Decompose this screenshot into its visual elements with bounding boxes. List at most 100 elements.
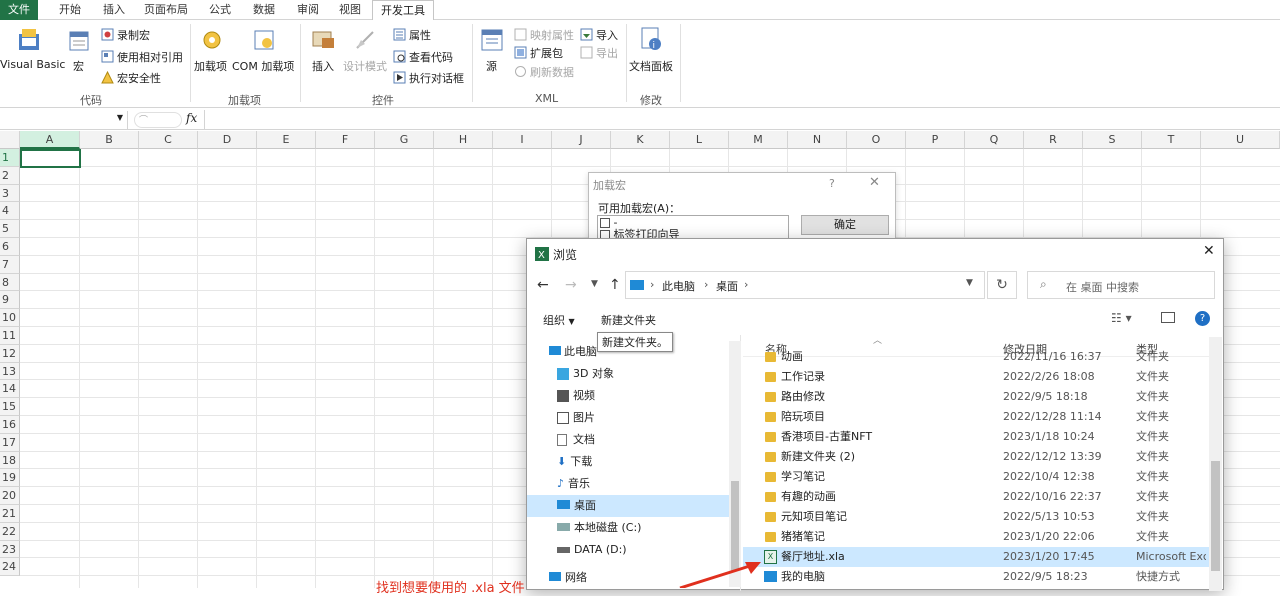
nav-item-downloads[interactable]: ⬇ 下载 [557,453,592,471]
row-header[interactable]: 19 [0,469,20,488]
column-header[interactable]: J [552,131,611,149]
row-header[interactable]: 6 [0,238,20,256]
search-box[interactable]: ⌕ 在 桌面 中搜索 [1027,271,1215,299]
column-header[interactable]: T [1142,131,1201,149]
back-arrow-icon[interactable]: ← [537,277,549,293]
view-code-button[interactable]: 查看代码 [409,49,453,65]
row-header[interactable]: 3 [0,184,20,203]
tab-view[interactable]: 视图 [330,0,370,20]
expansion-pack-button[interactable]: 扩展包 [530,45,563,61]
tab-file[interactable]: 文件 [0,0,38,20]
view-options-icon[interactable]: ☷ ▾ [1111,311,1132,325]
macros-button[interactable]: 宏 [73,58,84,74]
column-header[interactable]: K [611,131,670,149]
tab-developer[interactable]: 开发工具 [372,0,434,21]
up-arrow-icon[interactable]: ↑ [609,277,621,293]
row-header[interactable]: 1 [0,149,20,167]
file-row[interactable]: 学习笔记 2022/10/4 12:38 文件夹 [743,467,1209,487]
column-header[interactable]: O [847,131,906,149]
nav-item-music[interactable]: ♪ 音乐 [557,475,590,493]
run-dialog-button[interactable]: 执行对话框 [409,70,464,86]
row-header[interactable]: 4 [0,202,20,221]
column-header[interactable]: D [198,131,257,149]
file-row[interactable]: 工作记录 2022/2/26 18:08 文件夹 [743,367,1209,387]
column-header[interactable]: G [375,131,434,149]
row-header[interactable]: 18 [0,451,20,470]
tab-formulas[interactable]: 公式 [200,0,240,20]
row-header[interactable]: 14 [0,380,20,399]
column-header[interactable]: N [788,131,847,149]
row-header[interactable]: 8 [0,273,20,292]
file-row[interactable]: 我的电脑 2022/9/5 18:23 快捷方式 [743,567,1209,587]
row-header[interactable]: 23 [0,540,20,559]
search-input[interactable]: 在 桌面 中搜索 [1066,279,1139,295]
nav-item-desktop[interactable]: 桌面 [557,497,596,515]
refresh-data-button[interactable]: 刷新数据 [530,64,574,80]
row-header[interactable]: 5 [0,220,20,238]
tab-page-layout[interactable]: 页面布局 [138,0,194,20]
row-header[interactable]: 2 [0,166,20,185]
file-row[interactable]: 路由修改 2022/9/5 18:18 文件夹 [743,387,1209,407]
column-header[interactable]: I [493,131,552,149]
row-header[interactable]: 22 [0,522,20,541]
formula-input[interactable] [204,110,1280,129]
column-header[interactable]: F [316,131,375,149]
file-row[interactable]: 新建文件夹 (2) 2022/12/12 13:39 文件夹 [743,447,1209,467]
macro-security-button[interactable]: 宏安全性 [117,70,161,86]
column-header[interactable]: R [1024,131,1083,149]
forward-arrow-icon[interactable]: → [565,277,577,293]
row-header[interactable]: 12 [0,344,20,363]
file-list-scrollbar[interactable] [1209,337,1222,591]
column-header[interactable]: M [729,131,788,149]
record-macro-button[interactable]: 录制宏 [117,27,150,43]
tab-home[interactable]: 开始 [50,0,90,20]
file-row[interactable]: 有趣的动画 2022/10/16 22:37 文件夹 [743,487,1209,507]
nav-item-this-pc[interactable]: 此电脑 [549,343,597,361]
file-row[interactable]: 动画 2022/11/16 16:37 文件夹 [743,347,1209,367]
insert-controls-button[interactable]: 插入 [312,58,334,74]
file-row[interactable]: 陪玩项目 2022/12/28 11:14 文件夹 [743,407,1209,427]
import-button[interactable]: 导入 [596,27,618,43]
chevron-down-icon[interactable]: ▼ [966,278,973,288]
file-row[interactable]: 香港项目-古董NFT 2023/1/18 10:24 文件夹 [743,427,1209,447]
column-header[interactable]: A [20,131,80,149]
row-header[interactable]: 11 [0,327,20,345]
column-header[interactable]: Q [965,131,1024,149]
ok-button[interactable]: 确定 [801,215,889,235]
relative-ref-button[interactable]: 使用相对引用 [117,49,183,65]
name-box[interactable]: ▼ [0,111,128,129]
nav-item-disk-d[interactable]: DATA (D:) [557,541,627,559]
nav-item-pictures[interactable]: 图片 [557,409,595,427]
addins-button[interactable]: 加载项 [194,58,227,74]
row-header[interactable]: 7 [0,255,20,274]
properties-button[interactable]: 属性 [409,27,431,43]
map-properties-button[interactable]: 映射属性 [530,27,574,43]
formula-bar-resizer[interactable]: ⌒ [134,112,182,128]
scroll-thumb[interactable] [1211,461,1220,571]
chevron-down-icon[interactable]: ▼ [117,113,123,122]
address-bar[interactable]: › 此电脑 › 桌面 › ▼ [625,271,985,299]
column-header[interactable]: S [1083,131,1142,149]
com-addins-button[interactable]: COM 加载项 [232,58,294,74]
row-header[interactable]: 9 [0,291,20,310]
row-header[interactable]: 15 [0,398,20,416]
column-header[interactable]: C [139,131,198,149]
nav-item-videos[interactable]: 视频 [557,387,595,405]
insert-function-icon[interactable]: fx [186,111,197,125]
row-header[interactable]: 10 [0,309,20,327]
checkbox[interactable] [600,218,610,228]
column-header[interactable]: P [906,131,965,149]
tab-insert[interactable]: 插入 [94,0,134,20]
row-header[interactable]: 17 [0,433,20,452]
row-header[interactable]: 24 [0,558,20,577]
preview-pane-icon[interactable] [1161,312,1175,323]
breadcrumb-item[interactable]: 此电脑 [662,278,695,294]
visual-basic-button[interactable]: Visual Basic [0,58,65,71]
nav-item-disk-c[interactable]: 本地磁盘 (C:) [557,519,641,537]
organize-button[interactable]: 组织 ▼ [543,312,575,328]
row-header[interactable]: 13 [0,362,20,381]
nav-item-3d[interactable]: 3D 对象 [557,365,614,383]
file-row[interactable]: X 餐厅地址.xla 2023/1/20 17:45 Microsoft Excel [743,547,1209,567]
select-all-corner[interactable] [0,131,20,149]
help-icon[interactable]: ? [1195,311,1210,326]
